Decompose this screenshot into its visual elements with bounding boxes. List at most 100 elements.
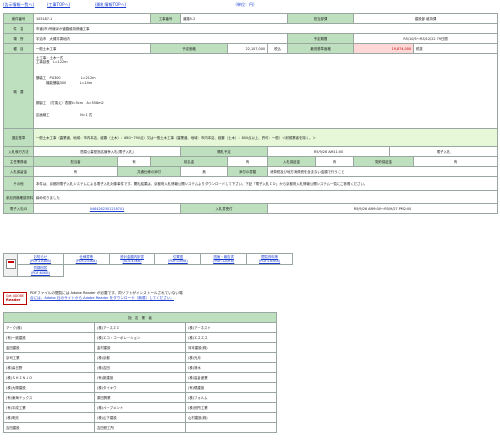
table-row: (株)喜日野 (株)吉田 (株)清水: [3, 362, 277, 373]
label-work-number: 工事番号: [150, 13, 182, 24]
row-case-number: 案件番号 105187-1 工事番号 道路5-2 担当部課 建設部 維持課: [3, 13, 499, 24]
value-work-number: 道路5-2: [180, 13, 289, 24]
value-contract-bond: 有: [413, 156, 499, 167]
download-location-map-size[interactable]: (PDF:15MB): [168, 259, 188, 263]
value-bid-method: 簡易公募型指名競争入札(電子入札): [32, 146, 182, 157]
download-notice-size[interactable]: (PDF:103KB): [30, 259, 51, 263]
construction-top-link[interactable]: (工事TOPへ): [47, 2, 70, 8]
adobe-reader-badge[interactable]: Get ADOBE Reader: [3, 292, 27, 305]
label-advance-payment: 前払金: [150, 156, 229, 167]
table-row: (有)平成工業 (株)ペーブメント (株)別所工業: [3, 402, 277, 413]
bidder-name: (有)東海テックス: [3, 392, 95, 403]
bidder-name: (株)大陽建設: [3, 382, 95, 393]
download-drawings-size[interactable]: (PDF:120KB): [213, 259, 234, 263]
label-schedule: 予定期間: [287, 33, 355, 44]
label-person-in-charge: 担当者: [33, 156, 118, 167]
bidder-name: (株)フォルム: [185, 392, 277, 403]
value-title: 市道(市)号線ほか道路維持修繕工事: [32, 23, 499, 34]
label-department: 担当部課: [287, 13, 355, 24]
download-reference-size[interactable]: (PDF:165KB): [259, 259, 280, 263]
bid-top-link[interactable]: (開札情報TOPへ): [95, 2, 126, 8]
tax-included-label: 税込: [267, 43, 289, 54]
label-qualification: 選定基準: [3, 128, 34, 147]
value-overview: 土工事：土木一式 工事延長 L=122ｍ 舗装工 PU300 L=212ｍ 機能…: [32, 53, 499, 129]
row-reserve: 入札保留金 有 共通仕様の添付 無 添付の書類 消費税及び地方消費税を含まない金…: [3, 166, 499, 177]
label-title: 件 名: [3, 23, 34, 34]
value-opening: R5/9/28 AM11:00: [267, 146, 391, 157]
value-location: 宇治市 大槻平周地内: [32, 33, 289, 44]
bidder-name: (有)新建設: [94, 372, 186, 383]
row-bid-method: 入札執行方法 簡易公募型指名競争入札(電子入札) 開札予定 R5/9/28 AM…: [3, 146, 499, 157]
label-location: 場 所: [3, 33, 34, 44]
download-specifications[interactable]: 仕様書等 (PDF:233KB): [62, 252, 110, 266]
bidder-name: (株)アースＺＩ: [94, 322, 186, 333]
label-contract-bond: 契約保証金: [353, 156, 415, 167]
bidder-name: (有)平成工業: [3, 402, 95, 413]
label-other: その他: [3, 176, 34, 191]
value-department: 建設部 維持課: [353, 13, 499, 24]
download-location-map[interactable]: 位置図 (PDF:15MB): [154, 252, 202, 266]
label-chief-engineer: 主任業務者: [3, 156, 34, 167]
bidder-name: 山村建設(株): [185, 412, 277, 423]
value-minimum-price: 19,874,000: [353, 43, 415, 54]
download-reference[interactable]: 閲覧資料等 (PDF:165KB): [246, 252, 293, 266]
bidder-name: (有)一誠建設: [3, 332, 95, 343]
table-row: (有)東海テックス 原田興業 (株)フォルム: [3, 392, 277, 403]
row-qualification-docs: 参加資格確認資料 締め切りました: [3, 190, 499, 204]
e-bid-id-link[interactable]: 0464262301218701: [32, 203, 182, 214]
value-reserve: 有: [33, 166, 118, 177]
table-row: (株)ＳＨＩＮＪＯ (有)新建設 (株)高倉産業: [3, 372, 277, 383]
label-minimum-price: 最低基準価格: [287, 43, 355, 54]
value-other: 本件は、京都府電子入札システムによる電子入札対象事件です。開札結果は、京都府入札…: [32, 176, 499, 191]
download-qa-size[interactable]: (PDF:60KB): [31, 271, 50, 275]
download-drawings[interactable]: 図面・報告書 (PDF:120KB): [200, 252, 248, 266]
label-bid-acceptance: 入札書受付: [180, 203, 269, 214]
bidder-header: 指 名 業 者: [3, 312, 277, 323]
bidder-name: (株)山下建設: [94, 412, 186, 423]
row-qualification: 選定基準 一般土木工事（農業道、地域：市内本店、経審（土木）：680~790点）…: [3, 128, 499, 147]
label-reserve: 入札保留金: [3, 166, 34, 177]
row-guarantees: 主任業務者 担当者 有 前払金 有 入札保証金 有 契約保証金 有: [3, 156, 499, 167]
bidder-name: (株)エスエス: [185, 332, 277, 343]
value-qualification-docs: 締め切りました: [32, 190, 499, 204]
value-category: 一般土木工事: [32, 43, 152, 54]
adobe-badge-main: Reader: [6, 298, 21, 302]
bidder-name: (株)喜日野: [3, 362, 95, 373]
label-category: 種 目: [3, 43, 34, 54]
tax-excluded-label: 税抜: [413, 43, 499, 54]
row-category: 種 目 一般土木工事 予定価格 22,107,000 税込 最低基準価格 19,…: [3, 43, 499, 54]
label-case-number: 案件番号: [3, 13, 34, 24]
table-row: (株)明光 (株)山下建設 山村建設(株): [3, 412, 277, 423]
label-e-bid-id: 電子入札ID: [3, 203, 34, 214]
unit-label: （単位：円）: [233, 2, 257, 7]
label-bid-bond: 入札保証金: [267, 156, 317, 167]
bidder-name: アーク(株): [3, 322, 95, 333]
table-row: アーク(株) (株)アースＺＩ (株)アーネスト: [3, 322, 277, 333]
bidder-name: (株)ＳＨＩＮＪＯ: [3, 372, 95, 383]
label-overview: 概 要: [3, 53, 34, 129]
download-cost-breakdown[interactable]: 設計金額内訳書 (XLS:43KB): [108, 252, 156, 266]
bidder-name: (株)タイキウ: [94, 382, 186, 393]
download-notice[interactable]: お知らせ (PDF:103KB): [17, 252, 64, 266]
reader-notice: PDFファイルの閲覧には Adobe Reader が必要です。同ソフトがインス…: [30, 291, 300, 301]
value-case-number: 105187-1: [32, 13, 152, 24]
notice-list-link[interactable]: (告示情報一覧へ): [3, 2, 34, 8]
value-bid-acceptance: R5/9/26 AM9:00～R5/9/27 PM2:00: [267, 203, 499, 214]
bidder-name: 原田興業: [94, 392, 186, 403]
download-specifications-size[interactable]: (PDF:233KB): [76, 259, 97, 263]
download-qa[interactable]: 質疑回答 (PDF:60KB): [17, 264, 64, 277]
top-link-bar: (告示情報一覧へ) (工事TOPへ) (開札情報TOPへ) （単位：円）: [3, 2, 497, 8]
bidder-name: (株)ペーブメント: [94, 402, 186, 413]
label-opening: 開札予定: [180, 146, 269, 157]
bidder-name: (株)清水: [185, 362, 277, 373]
value-bid-bond: 有: [315, 156, 355, 167]
row-other: その他 本件は、京都府電子入札システムによる電子入札対象事件です。開札結果は、京…: [3, 176, 499, 191]
bidder-name: [185, 422, 277, 433]
row-title: 件 名 市道(市)号線ほか道路維持修繕工事: [3, 23, 499, 34]
value-qualification: 一般土木工事（農業道、地域：市内本店、経審（土木）：680~790点）又は一般土…: [32, 128, 499, 147]
value-tax-note: 消費税及び地方消費税を含まない金額で行うこと: [267, 166, 499, 177]
row-location: 場 所 宇治市 大槻平周地内 予定期間 R5/10/5～R5/12/22 79日…: [3, 33, 499, 44]
download-cost-breakdown-size[interactable]: (XLS:43KB): [123, 259, 142, 263]
reader-download-link[interactable]: 合には、Adobe 社のサイトから Adobe Reader をダウンロード（無…: [30, 296, 300, 301]
bidder-name: (株)エコ・コーポレーション: [94, 332, 186, 343]
